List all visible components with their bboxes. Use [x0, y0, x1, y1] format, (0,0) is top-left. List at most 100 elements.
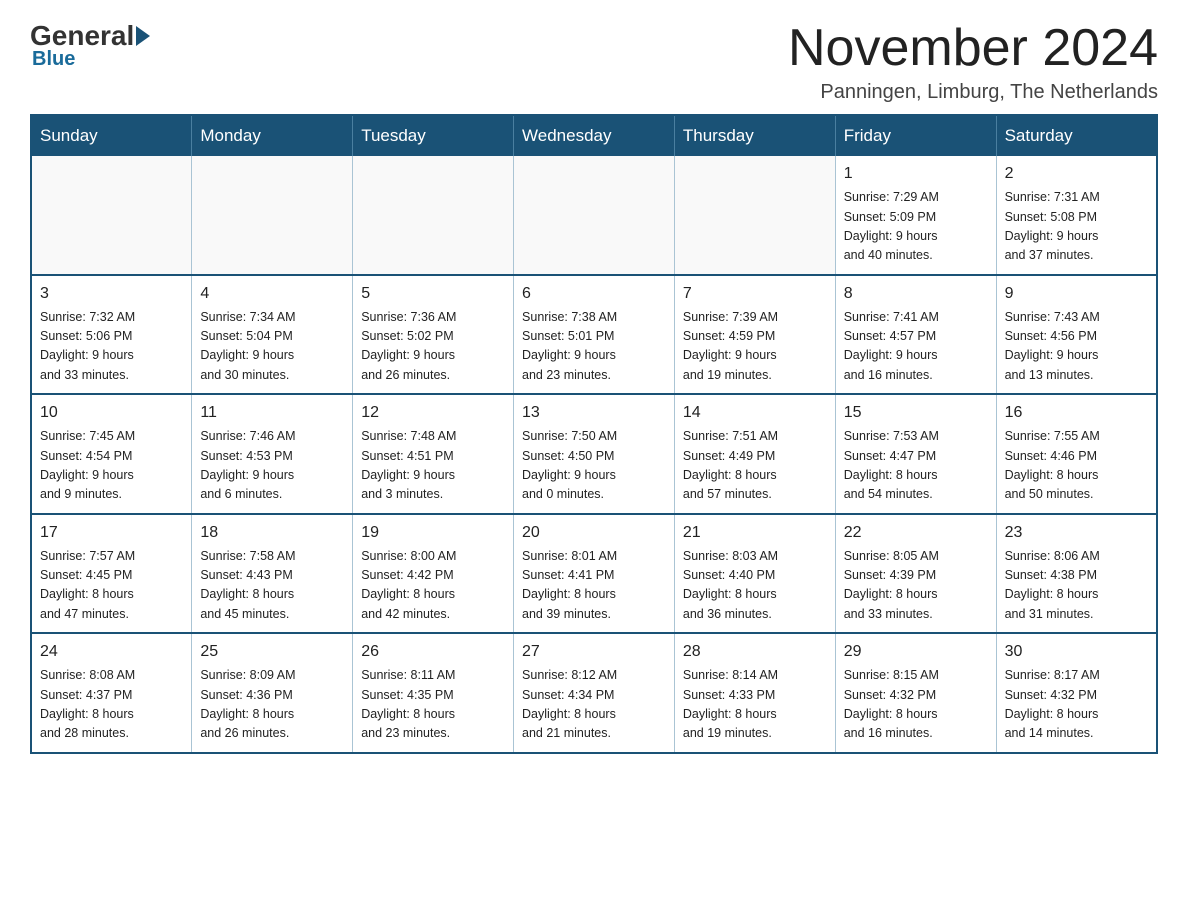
day-number: 24 — [40, 640, 183, 664]
month-title: November 2024 — [788, 20, 1158, 77]
day-number: 11 — [200, 401, 344, 425]
day-info: Sunrise: 8:15 AM Sunset: 4:32 PM Dayligh… — [844, 666, 988, 744]
calendar-week-row: 17Sunrise: 7:57 AM Sunset: 4:45 PM Dayli… — [31, 514, 1157, 634]
day-number: 20 — [522, 521, 666, 545]
day-info: Sunrise: 7:57 AM Sunset: 4:45 PM Dayligh… — [40, 547, 183, 625]
day-info: Sunrise: 7:41 AM Sunset: 4:57 PM Dayligh… — [844, 308, 988, 386]
location-title: Panningen, Limburg, The Netherlands — [788, 81, 1158, 104]
day-number: 16 — [1005, 401, 1148, 425]
calendar-cell: 4Sunrise: 7:34 AM Sunset: 5:04 PM Daylig… — [192, 275, 353, 395]
calendar-week-row: 3Sunrise: 7:32 AM Sunset: 5:06 PM Daylig… — [31, 275, 1157, 395]
day-number: 23 — [1005, 521, 1148, 545]
day-number: 3 — [40, 282, 183, 306]
day-number: 26 — [361, 640, 505, 664]
day-info: Sunrise: 7:50 AM Sunset: 4:50 PM Dayligh… — [522, 427, 666, 505]
day-number: 17 — [40, 521, 183, 545]
calendar-cell — [674, 156, 835, 275]
calendar-cell: 17Sunrise: 7:57 AM Sunset: 4:45 PM Dayli… — [31, 514, 192, 634]
calendar-cell: 9Sunrise: 7:43 AM Sunset: 4:56 PM Daylig… — [996, 275, 1157, 395]
calendar-cell: 15Sunrise: 7:53 AM Sunset: 4:47 PM Dayli… — [835, 394, 996, 514]
page-header: General Blue November 2024 Panningen, Li… — [30, 20, 1158, 104]
calendar-header-wednesday: Wednesday — [514, 115, 675, 156]
calendar-header-row: SundayMondayTuesdayWednesdayThursdayFrid… — [31, 115, 1157, 156]
day-number: 22 — [844, 521, 988, 545]
calendar-cell: 5Sunrise: 7:36 AM Sunset: 5:02 PM Daylig… — [353, 275, 514, 395]
calendar-cell: 3Sunrise: 7:32 AM Sunset: 5:06 PM Daylig… — [31, 275, 192, 395]
day-number: 25 — [200, 640, 344, 664]
day-info: Sunrise: 7:51 AM Sunset: 4:49 PM Dayligh… — [683, 427, 827, 505]
day-number: 15 — [844, 401, 988, 425]
day-number: 4 — [200, 282, 344, 306]
calendar-cell: 11Sunrise: 7:46 AM Sunset: 4:53 PM Dayli… — [192, 394, 353, 514]
calendar-week-row: 24Sunrise: 8:08 AM Sunset: 4:37 PM Dayli… — [31, 633, 1157, 753]
day-number: 19 — [361, 521, 505, 545]
day-number: 27 — [522, 640, 666, 664]
calendar-cell: 22Sunrise: 8:05 AM Sunset: 4:39 PM Dayli… — [835, 514, 996, 634]
calendar-cell: 29Sunrise: 8:15 AM Sunset: 4:32 PM Dayli… — [835, 633, 996, 753]
day-info: Sunrise: 7:46 AM Sunset: 4:53 PM Dayligh… — [200, 427, 344, 505]
logo-triangle-icon — [136, 26, 150, 46]
calendar-cell: 14Sunrise: 7:51 AM Sunset: 4:49 PM Dayli… — [674, 394, 835, 514]
calendar-week-row: 1Sunrise: 7:29 AM Sunset: 5:09 PM Daylig… — [31, 156, 1157, 275]
logo: General Blue — [30, 20, 152, 71]
day-info: Sunrise: 7:36 AM Sunset: 5:02 PM Dayligh… — [361, 308, 505, 386]
day-number: 9 — [1005, 282, 1148, 306]
calendar-header-thursday: Thursday — [674, 115, 835, 156]
day-info: Sunrise: 8:14 AM Sunset: 4:33 PM Dayligh… — [683, 666, 827, 744]
logo-blue-text: Blue — [30, 48, 75, 71]
calendar-cell: 25Sunrise: 8:09 AM Sunset: 4:36 PM Dayli… — [192, 633, 353, 753]
day-number: 2 — [1005, 162, 1148, 186]
calendar-cell: 26Sunrise: 8:11 AM Sunset: 4:35 PM Dayli… — [353, 633, 514, 753]
day-number: 13 — [522, 401, 666, 425]
day-info: Sunrise: 7:53 AM Sunset: 4:47 PM Dayligh… — [844, 427, 988, 505]
calendar-cell: 7Sunrise: 7:39 AM Sunset: 4:59 PM Daylig… — [674, 275, 835, 395]
calendar-week-row: 10Sunrise: 7:45 AM Sunset: 4:54 PM Dayli… — [31, 394, 1157, 514]
calendar-header-tuesday: Tuesday — [353, 115, 514, 156]
day-info: Sunrise: 7:45 AM Sunset: 4:54 PM Dayligh… — [40, 427, 183, 505]
calendar-cell — [514, 156, 675, 275]
day-number: 28 — [683, 640, 827, 664]
day-info: Sunrise: 8:11 AM Sunset: 4:35 PM Dayligh… — [361, 666, 505, 744]
day-number: 18 — [200, 521, 344, 545]
calendar-cell: 27Sunrise: 8:12 AM Sunset: 4:34 PM Dayli… — [514, 633, 675, 753]
calendar-cell: 28Sunrise: 8:14 AM Sunset: 4:33 PM Dayli… — [674, 633, 835, 753]
calendar-header-friday: Friday — [835, 115, 996, 156]
day-number: 5 — [361, 282, 505, 306]
calendar-cell — [192, 156, 353, 275]
calendar-cell: 24Sunrise: 8:08 AM Sunset: 4:37 PM Dayli… — [31, 633, 192, 753]
calendar-cell — [353, 156, 514, 275]
calendar-cell: 16Sunrise: 7:55 AM Sunset: 4:46 PM Dayli… — [996, 394, 1157, 514]
day-info: Sunrise: 8:17 AM Sunset: 4:32 PM Dayligh… — [1005, 666, 1148, 744]
day-number: 14 — [683, 401, 827, 425]
calendar-cell — [31, 156, 192, 275]
calendar-cell: 19Sunrise: 8:00 AM Sunset: 4:42 PM Dayli… — [353, 514, 514, 634]
calendar-cell: 21Sunrise: 8:03 AM Sunset: 4:40 PM Dayli… — [674, 514, 835, 634]
day-info: Sunrise: 7:58 AM Sunset: 4:43 PM Dayligh… — [200, 547, 344, 625]
day-info: Sunrise: 7:32 AM Sunset: 5:06 PM Dayligh… — [40, 308, 183, 386]
calendar-cell: 30Sunrise: 8:17 AM Sunset: 4:32 PM Dayli… — [996, 633, 1157, 753]
calendar-cell: 2Sunrise: 7:31 AM Sunset: 5:08 PM Daylig… — [996, 156, 1157, 275]
day-info: Sunrise: 7:43 AM Sunset: 4:56 PM Dayligh… — [1005, 308, 1148, 386]
day-number: 21 — [683, 521, 827, 545]
calendar-header-monday: Monday — [192, 115, 353, 156]
day-number: 1 — [844, 162, 988, 186]
day-info: Sunrise: 7:29 AM Sunset: 5:09 PM Dayligh… — [844, 188, 988, 266]
calendar-cell: 12Sunrise: 7:48 AM Sunset: 4:51 PM Dayli… — [353, 394, 514, 514]
day-info: Sunrise: 8:09 AM Sunset: 4:36 PM Dayligh… — [200, 666, 344, 744]
day-info: Sunrise: 7:55 AM Sunset: 4:46 PM Dayligh… — [1005, 427, 1148, 505]
calendar-cell: 20Sunrise: 8:01 AM Sunset: 4:41 PM Dayli… — [514, 514, 675, 634]
day-info: Sunrise: 7:39 AM Sunset: 4:59 PM Dayligh… — [683, 308, 827, 386]
day-info: Sunrise: 8:03 AM Sunset: 4:40 PM Dayligh… — [683, 547, 827, 625]
calendar-header-sunday: Sunday — [31, 115, 192, 156]
calendar-table: SundayMondayTuesdayWednesdayThursdayFrid… — [30, 114, 1158, 754]
day-info: Sunrise: 7:48 AM Sunset: 4:51 PM Dayligh… — [361, 427, 505, 505]
calendar-cell: 13Sunrise: 7:50 AM Sunset: 4:50 PM Dayli… — [514, 394, 675, 514]
calendar-cell: 1Sunrise: 7:29 AM Sunset: 5:09 PM Daylig… — [835, 156, 996, 275]
day-info: Sunrise: 8:08 AM Sunset: 4:37 PM Dayligh… — [40, 666, 183, 744]
day-info: Sunrise: 8:01 AM Sunset: 4:41 PM Dayligh… — [522, 547, 666, 625]
calendar-cell: 18Sunrise: 7:58 AM Sunset: 4:43 PM Dayli… — [192, 514, 353, 634]
day-number: 12 — [361, 401, 505, 425]
day-info: Sunrise: 8:06 AM Sunset: 4:38 PM Dayligh… — [1005, 547, 1148, 625]
day-number: 7 — [683, 282, 827, 306]
day-number: 10 — [40, 401, 183, 425]
